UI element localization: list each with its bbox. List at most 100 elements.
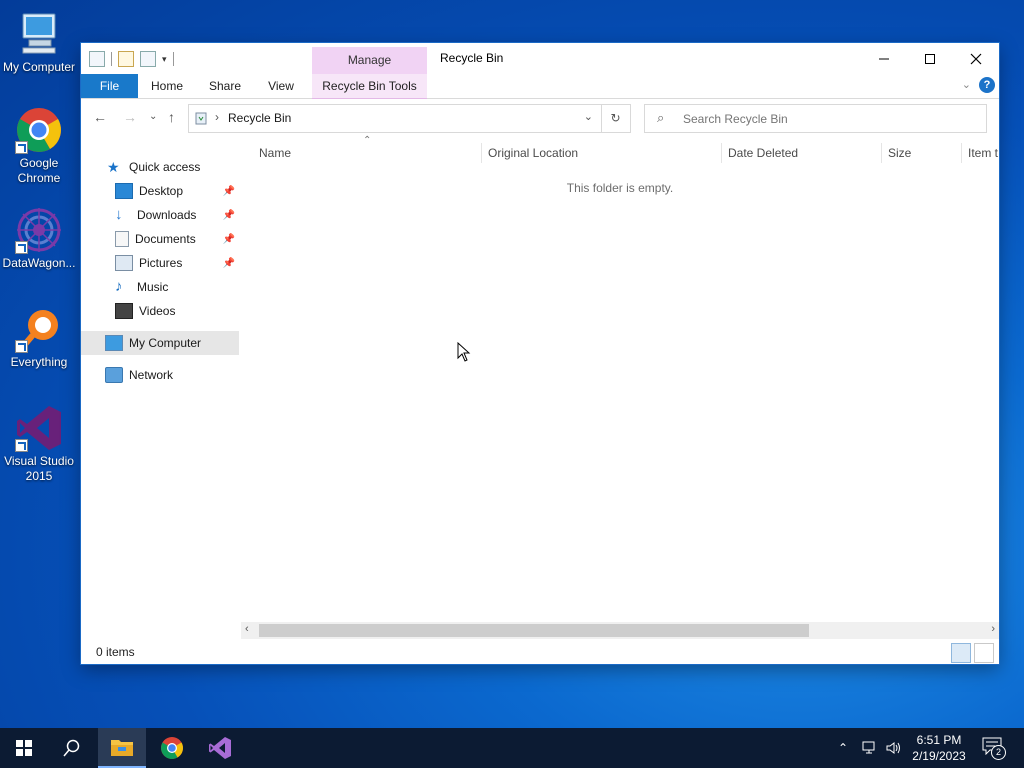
breadcrumb[interactable]: Recycle Bin bbox=[228, 111, 291, 125]
taskbar-visual-studio[interactable] bbox=[196, 728, 244, 768]
nav-label: Quick access bbox=[129, 160, 201, 174]
minimize-button[interactable] bbox=[861, 43, 907, 74]
search-input[interactable] bbox=[681, 109, 975, 129]
shortcut-arrow-icon bbox=[15, 340, 28, 353]
desktop-icon-visual-studio[interactable]: Visual Studio 2015 bbox=[2, 404, 76, 484]
scroll-right-icon[interactable]: › bbox=[991, 623, 995, 635]
nav-label: Music bbox=[137, 280, 169, 294]
nav-label: Desktop bbox=[139, 184, 184, 198]
nav-network[interactable]: Network bbox=[81, 363, 239, 387]
pin-icon[interactable]: 📌 bbox=[223, 234, 235, 245]
column-size[interactable]: Size bbox=[881, 143, 962, 163]
address-dropdown-icon[interactable]: ⌄ bbox=[584, 110, 593, 123]
pin-icon[interactable]: 📌 bbox=[223, 186, 235, 197]
search-icon bbox=[63, 739, 80, 757]
pin-icon[interactable]: 📌 bbox=[223, 210, 235, 221]
breadcrumb-chevron-icon: › bbox=[215, 110, 219, 124]
nav-music[interactable]: ♪ Music bbox=[81, 275, 239, 299]
desktop-icon-datawagon[interactable]: DataWagon... bbox=[2, 206, 76, 271]
taskbar: ⌃ 6:51 PM 2/19/2023 2 bbox=[0, 728, 1024, 768]
nav-videos[interactable]: Videos bbox=[81, 299, 239, 323]
desktop-icon-my-computer[interactable]: My Computer bbox=[2, 10, 76, 75]
column-name[interactable]: Name bbox=[253, 143, 475, 163]
tab-share[interactable]: Share bbox=[201, 74, 249, 98]
column-original-location[interactable]: Original Location bbox=[481, 143, 722, 163]
network-status-icon[interactable] bbox=[862, 728, 878, 768]
horizontal-scrollbar[interactable]: ‹ › bbox=[241, 622, 999, 639]
document-icon bbox=[115, 231, 129, 247]
tab-home[interactable]: Home bbox=[143, 74, 191, 98]
up-arrow-icon[interactable]: ↑ bbox=[168, 109, 175, 125]
scrollbar-thumb[interactable] bbox=[259, 624, 809, 637]
help-icon[interactable]: ? bbox=[979, 77, 995, 93]
manage-context-tab[interactable]: Manage bbox=[312, 47, 427, 74]
mouse-cursor-icon bbox=[457, 342, 471, 362]
nav-pictures[interactable]: Pictures 📌 bbox=[81, 251, 239, 275]
taskbar-chrome[interactable] bbox=[148, 728, 196, 768]
nav-my-computer[interactable]: My Computer bbox=[81, 331, 239, 355]
clock-date: 2/19/2023 bbox=[912, 749, 966, 763]
details-view-icon[interactable] bbox=[951, 643, 971, 663]
scroll-left-icon[interactable]: ‹ bbox=[245, 623, 249, 635]
nav-label: Downloads bbox=[137, 208, 197, 222]
nav-label: My Computer bbox=[129, 336, 202, 350]
datawagon-icon bbox=[15, 206, 63, 254]
nav-label: Videos bbox=[139, 304, 176, 318]
tab-view[interactable]: View bbox=[258, 74, 304, 98]
show-hidden-icons-icon[interactable]: ⌃ bbox=[838, 728, 848, 768]
minimize-icon bbox=[879, 58, 889, 59]
nav-quick-access[interactable]: ★ Quick access bbox=[81, 155, 239, 179]
desktop-folder-icon bbox=[115, 183, 133, 199]
everything-search-icon bbox=[15, 305, 63, 353]
forward-arrow-icon[interactable]: → bbox=[123, 109, 137, 125]
pin-icon[interactable]: 📌 bbox=[223, 258, 235, 269]
nav-desktop[interactable]: Desktop 📌 bbox=[81, 179, 239, 203]
recent-locations-icon[interactable]: ⌄ bbox=[149, 111, 157, 122]
large-icons-view-icon[interactable] bbox=[974, 643, 994, 663]
system-clock[interactable]: 6:51 PM 2/19/2023 bbox=[904, 732, 974, 764]
star-icon: ★ bbox=[107, 159, 120, 175]
tab-recycle-bin-tools[interactable]: Recycle Bin Tools bbox=[312, 74, 427, 99]
desktop-icon-label: My Computer bbox=[2, 60, 76, 74]
expand-ribbon-icon[interactable]: ⌄ bbox=[962, 78, 971, 91]
address-bar[interactable]: › Recycle Bin ⌄ bbox=[188, 104, 602, 133]
nav-label: Pictures bbox=[139, 256, 183, 270]
maximize-button[interactable] bbox=[907, 43, 953, 74]
taskbar-file-explorer[interactable] bbox=[98, 728, 146, 768]
desktop-icon-label: Everything bbox=[10, 355, 68, 369]
desktop-icon-label: Google Chrome bbox=[17, 156, 61, 185]
column-item-type[interactable]: Item t bbox=[961, 143, 1000, 163]
volume-icon[interactable] bbox=[886, 728, 902, 768]
refresh-button[interactable]: ↻ bbox=[601, 104, 631, 133]
ribbon-tabs: File Home Share View Recycle Bin Tools ⌄… bbox=[81, 74, 999, 99]
column-date-deleted[interactable]: Date Deleted bbox=[721, 143, 882, 163]
toolbar-divider bbox=[172, 52, 174, 66]
close-button[interactable] bbox=[953, 43, 999, 74]
new-folder-icon[interactable] bbox=[140, 51, 156, 67]
search-button[interactable] bbox=[48, 728, 96, 768]
desktop-icon-chrome[interactable]: Google Chrome bbox=[2, 106, 76, 186]
nav-downloads[interactable]: ↓ Downloads 📌 bbox=[81, 203, 239, 227]
empty-folder-message: This folder is empty. bbox=[566, 181, 674, 195]
quick-access-toolbar: ▾ bbox=[89, 49, 174, 69]
visual-studio-icon bbox=[209, 737, 231, 759]
start-button[interactable] bbox=[0, 728, 48, 768]
desktop-icon-label: DataWagon... bbox=[2, 256, 76, 270]
navigation-pane: ★ Quick access Desktop 📌 ↓ Downloads 📌 D… bbox=[81, 143, 239, 633]
title-bar[interactable]: ▾ Manage Recycle Bin bbox=[81, 43, 999, 74]
nav-label: Network bbox=[129, 368, 174, 382]
desktop-icon-everything[interactable]: Everything bbox=[2, 305, 76, 370]
pictures-icon bbox=[115, 255, 133, 271]
tab-file[interactable]: File bbox=[81, 74, 138, 98]
search-box[interactable]: ⌕ bbox=[644, 104, 987, 133]
maximize-icon bbox=[925, 53, 935, 64]
customize-toolbar-icon[interactable]: ▾ bbox=[162, 54, 167, 65]
nav-label: Documents bbox=[135, 232, 196, 246]
shortcut-arrow-icon bbox=[15, 439, 28, 452]
action-center-button[interactable]: 2 bbox=[982, 737, 1006, 760]
notification-count-badge: 2 bbox=[991, 745, 1006, 760]
back-arrow-icon[interactable]: ← bbox=[93, 109, 107, 125]
nav-documents[interactable]: Documents 📌 bbox=[81, 227, 239, 251]
window-title: Recycle Bin bbox=[440, 51, 504, 65]
properties-icon[interactable] bbox=[118, 51, 134, 67]
